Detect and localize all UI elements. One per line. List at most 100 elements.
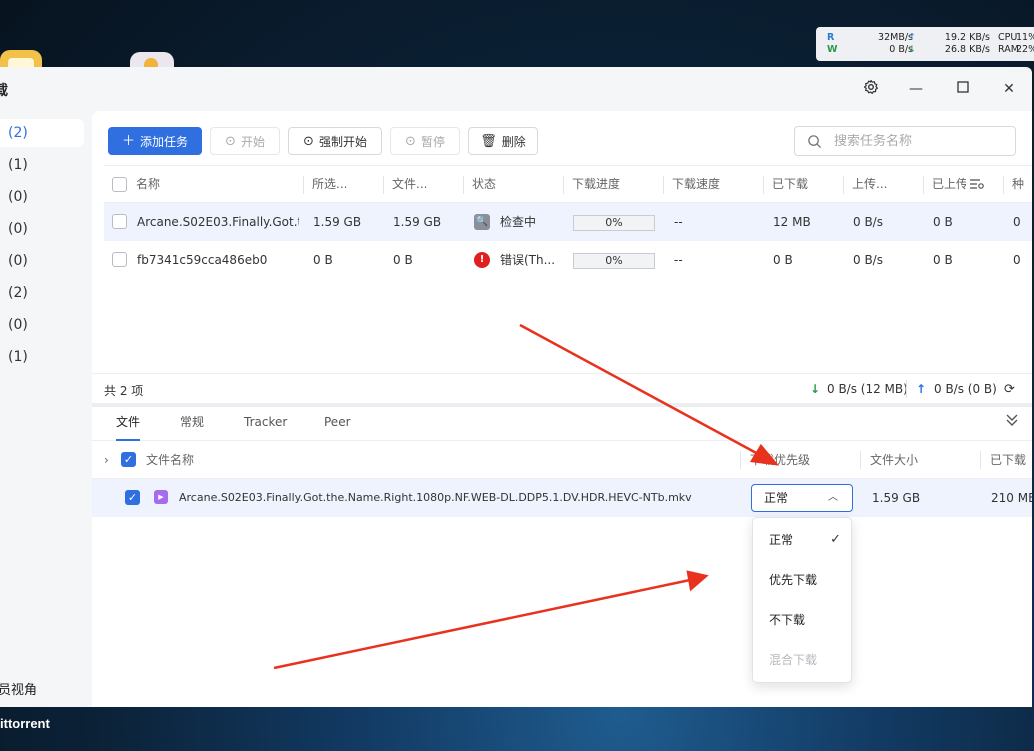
add-task-button[interactable]: ＋ 添加任务	[108, 127, 202, 155]
speed-value: 19.2 KB/s	[944, 32, 990, 43]
sidebar-item[interactable]: (0)	[0, 311, 84, 339]
file-checkbox[interactable]: ✓	[125, 490, 140, 505]
taskbar-app-name[interactable]: ittorrent	[0, 716, 50, 731]
search-box[interactable]	[794, 126, 1016, 156]
seeds: 0	[1013, 253, 1021, 267]
collapse-chevron-icon[interactable]	[1006, 413, 1018, 430]
option-label: 正常	[769, 533, 794, 547]
download-arrow-icon: ↓	[810, 382, 821, 396]
error-icon: !	[474, 252, 490, 268]
sidebar-bottom-item[interactable]: 员视角	[0, 679, 37, 698]
column-header[interactable]: 上传...	[852, 166, 918, 203]
seeds: 0	[1013, 215, 1021, 229]
column-header[interactable]: 所选...	[312, 166, 378, 203]
checking-icon: 🔍	[474, 214, 490, 230]
task-name: fb7341c59cca486eb0	[137, 253, 268, 267]
file-downloaded: 210 MB	[991, 491, 1032, 505]
column-header[interactable]: 文件...	[392, 166, 458, 203]
add-task-label: 添加任务	[140, 134, 189, 149]
maximize-icon[interactable]	[953, 79, 973, 99]
chevron-up-icon: ︿	[828, 492, 838, 503]
column-header[interactable]: 已下载	[772, 166, 842, 203]
start-button[interactable]: ⊙ 开始	[210, 127, 280, 155]
column-header[interactable]: 状态	[472, 166, 562, 203]
tab-files[interactable]: 文件	[116, 407, 141, 441]
ram-value: 22%	[1016, 44, 1034, 55]
upload-arrow-icon: ↑	[908, 32, 916, 43]
file-name: Arcane.S02E03.Finally.Got.the.Name.Right…	[179, 491, 692, 504]
sidebar-item[interactable]: (2)	[0, 119, 84, 147]
column-settings-icon[interactable]	[970, 166, 986, 203]
progress-bar: 0%	[573, 215, 655, 231]
priority-select[interactable]: 正常 ︿	[751, 484, 853, 512]
column-header[interactable]: 下载优先级	[750, 441, 810, 479]
read-label: R	[827, 32, 835, 43]
sidebar-item[interactable]: (0)	[0, 215, 84, 243]
task-count: 共 2 项	[104, 384, 144, 398]
priority-option-skip[interactable]: 不下载	[753, 600, 853, 640]
settings-gear-icon[interactable]	[861, 79, 881, 99]
priority-dropdown: 正常 ✓ 优先下载 不下载 混合下载	[752, 517, 852, 683]
column-header[interactable]: 下载进度	[572, 166, 662, 203]
selected-size: 1.59 GB	[313, 215, 362, 229]
title-bar: 载 — ✕	[0, 67, 1032, 111]
minimize-icon[interactable]: —	[906, 79, 926, 99]
sidebar-item[interactable]: (2)	[0, 279, 84, 307]
upload-arrow-icon: ↑	[916, 382, 927, 396]
total-upload: 0 B/s (0 B)	[934, 382, 997, 396]
sidebar-item[interactable]: (0)	[0, 183, 84, 211]
detail-tabs: 文件 常规 Tracker Peer	[92, 407, 1032, 441]
delete-button[interactable]: 🗑 删除	[468, 127, 538, 155]
row-checkbox[interactable]	[112, 214, 127, 229]
close-icon[interactable]: ✕	[999, 79, 1019, 99]
downloaded: 12 MB	[773, 215, 811, 229]
total-download: 0 B/s (12 MB)	[827, 382, 908, 396]
file-size: 1.59 GB	[872, 491, 921, 505]
uploaded: 0 B	[933, 253, 953, 267]
column-header[interactable]: 下载速度	[672, 166, 762, 203]
pause-label: 暂停	[420, 134, 445, 149]
progress-bar: 0%	[573, 253, 655, 269]
task-table-header: 名称 所选... 文件... 状态 下载进度 下载速度 已下载 上传... 已上…	[104, 165, 1032, 203]
task-status: 检查中	[500, 215, 537, 229]
row-checkbox[interactable]	[112, 252, 127, 267]
refresh-icon[interactable]: ⟳	[1004, 382, 1015, 397]
tab-tracker[interactable]: Tracker	[244, 407, 287, 441]
window-title: 载	[0, 83, 8, 99]
force-start-button[interactable]: ⊙ 强制开始	[288, 127, 382, 155]
column-header[interactable]: 名称	[136, 166, 296, 203]
expand-chevron-icon[interactable]: ›	[104, 441, 109, 479]
status-bar: 共 2 项 ↓ 0 B/s (12 MB) ↑ 0 B/s (0 B) ⟳	[92, 373, 1032, 403]
option-label: 优先下载	[769, 573, 818, 587]
priority-option-normal[interactable]: 正常 ✓	[753, 520, 853, 560]
force-start-label: 强制开始	[318, 134, 367, 149]
option-label: 不下载	[769, 613, 806, 627]
cpu-value: 11%	[1016, 32, 1034, 43]
column-header[interactable]: 文件大小	[870, 441, 918, 479]
file-table-header: › ✓ 文件名称 下载优先级 文件大小 已下载	[92, 441, 1032, 479]
download-speed: --	[674, 253, 683, 267]
column-header[interactable]: 种	[1012, 166, 1032, 203]
search-input[interactable]	[834, 133, 1004, 149]
task-row[interactable]: Arcane.S02E03.Finally.Got.th... 1.59 GB …	[104, 203, 1032, 241]
column-header[interactable]: 文件名称	[146, 441, 194, 479]
tab-peer[interactable]: Peer	[324, 407, 351, 441]
select-all-checkbox[interactable]	[112, 177, 127, 192]
trash-icon: 🗑	[480, 133, 497, 149]
priority-option-high[interactable]: 优先下载	[753, 560, 853, 600]
delete-label: 删除	[501, 134, 526, 149]
cpu-label: CPU	[998, 32, 1018, 43]
sidebar-item[interactable]: (0)	[0, 247, 84, 275]
sidebar-item[interactable]: (1)	[0, 151, 84, 179]
write-label: W	[827, 44, 838, 55]
task-row[interactable]: fb7341c59cca486eb0 0 B 0 B ! 错误(Th... 0%…	[104, 241, 1032, 279]
option-label: 混合下载	[769, 653, 818, 667]
sidebar-item[interactable]: (1)	[0, 343, 84, 371]
column-header[interactable]: 已下载	[990, 441, 1026, 479]
network-monitor-widget: R 32MB/s ↑ 19.2 KB/s CPU 11% W 0 B/s ↓ 2…	[816, 27, 1034, 61]
column-header[interactable]: 已上传	[932, 166, 966, 203]
select-all-files-checkbox[interactable]: ✓	[121, 452, 136, 467]
tab-general[interactable]: 常规	[180, 407, 204, 441]
file-row[interactable]: ✓ ▶ Arcane.S02E03.Finally.Got.the.Name.R…	[92, 479, 1032, 517]
pause-button[interactable]: ⊙ 暂停	[390, 127, 460, 155]
